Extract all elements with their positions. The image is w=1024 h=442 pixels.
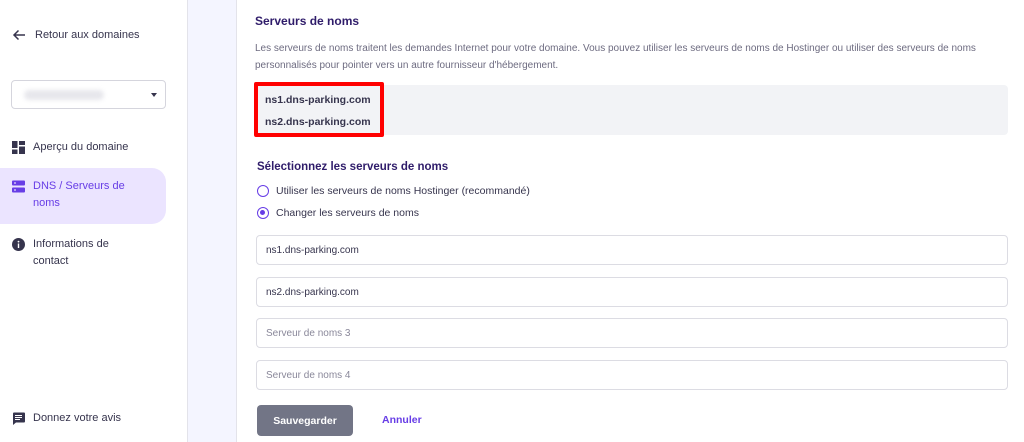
- radio-option-change[interactable]: Changer les serveurs de noms: [257, 207, 419, 219]
- dashboard-icon: [12, 141, 25, 154]
- sidebar: Retour aux domaines Aperçu du domaine DN…: [0, 0, 188, 442]
- radio-option-label: Utiliser les serveurs de noms Hostinger …: [276, 185, 530, 197]
- nameserver-2-input[interactable]: [256, 277, 1008, 307]
- sidebar-item-label: Informations de contact: [33, 238, 109, 267]
- red-highlight-box: [254, 82, 384, 137]
- sidebar-item-domain-overview[interactable]: Aperçu du domaine: [0, 138, 166, 157]
- radio-button-checked[interactable]: [257, 207, 269, 219]
- radio-button[interactable]: [257, 185, 269, 197]
- feedback-label: Donnez votre avis: [33, 412, 122, 424]
- feedback-icon: [13, 412, 25, 425]
- sidebar-item-dns-nameservers[interactable]: DNS / Serveurs de noms: [0, 168, 166, 224]
- save-button[interactable]: Sauvegarder: [257, 405, 353, 436]
- back-to-domains-link[interactable]: Retour aux domaines: [12, 28, 140, 42]
- arrow-left-icon: [12, 29, 25, 41]
- sidebar-item-label: DNS / Serveurs de noms: [33, 180, 125, 209]
- feedback-link[interactable]: Donnez votre avis: [0, 410, 166, 427]
- sidebar-item-contact-info[interactable]: Informations de contact: [0, 236, 166, 270]
- nameservers-card: Serveurs de noms Les serveurs de noms tr…: [236, 0, 1024, 442]
- select-nameservers-title: Sélectionnez les serveurs de noms: [257, 161, 449, 173]
- nameserver-1-input[interactable]: [256, 235, 1008, 265]
- server-icon: [12, 180, 25, 193]
- radio-option-label: Changer les serveurs de noms: [276, 207, 419, 219]
- domain-select[interactable]: [11, 80, 166, 109]
- radio-option-hostinger[interactable]: Utiliser les serveurs de noms Hostinger …: [257, 185, 530, 197]
- caret-down-icon: [151, 93, 157, 97]
- sidebar-item-label: Aperçu du domaine: [33, 141, 129, 153]
- info-icon: [12, 238, 25, 251]
- page-title: Serveurs de noms: [255, 14, 360, 28]
- nameserver-4-input[interactable]: [256, 360, 1008, 390]
- nameservers-description: Les serveurs de noms traitent les demand…: [255, 43, 976, 71]
- nameserver-3-input[interactable]: [256, 318, 1008, 348]
- back-link-label: Retour aux domaines: [35, 29, 140, 41]
- blurred-domain-name: [24, 90, 104, 100]
- cancel-button[interactable]: Annuler: [382, 414, 422, 426]
